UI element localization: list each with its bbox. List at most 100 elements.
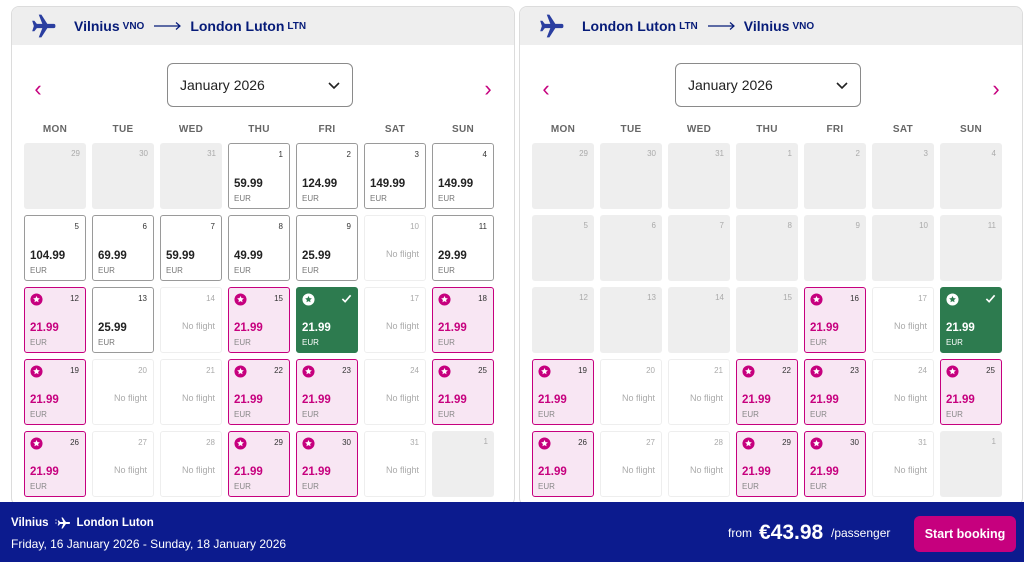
calendar-day-promo[interactable]: 22 21.99 EUR <box>736 359 798 425</box>
fare-price: 21.99 <box>438 322 467 334</box>
calendar-day-disabled: 5 <box>532 215 594 281</box>
fare-price: 49.99 <box>234 250 263 262</box>
day-number: 20 <box>138 366 147 375</box>
fare-price: 21.99 <box>30 322 59 334</box>
outbound-day-grid: 29 30 31 1 59.99 EUR 2 124.99 EUR 3 149.99 EUR 4 149.… <box>24 143 494 497</box>
star-badge-icon <box>742 365 755 378</box>
no-flight-label: No flight <box>621 393 655 403</box>
chevron-right-icon[interactable]: › <box>986 78 1006 100</box>
start-booking-button[interactable]: Start booking <box>914 516 1016 552</box>
calendar-day-promo[interactable]: 12 21.99 EUR <box>24 287 86 353</box>
origin-city: Vilnius <box>74 18 120 34</box>
calendar-day-selected[interactable]: 1821.99EUR <box>940 287 1002 353</box>
no-flight-label: No flight <box>385 465 419 475</box>
destination-code: LTN <box>287 20 307 32</box>
calendar-day-promo[interactable]: 30 21.99 EUR <box>804 431 866 497</box>
day-number: 31 <box>715 149 724 158</box>
fare-price: 21.99 <box>234 322 263 334</box>
day-number: 13 <box>647 293 656 302</box>
calendar-day-promo[interactable]: 29 21.99 EUR <box>228 431 290 497</box>
calendar-day-no-flight: 21 No flight <box>668 359 730 425</box>
calendar-day-no-flight: 20 No flight <box>92 359 154 425</box>
calendar-day[interactable]: 1 59.99 EUR <box>228 143 290 209</box>
calendar-day-promo[interactable]: 25 21.99 EUR <box>940 359 1002 425</box>
destination-city: Vilnius <box>743 18 790 34</box>
chevron-right-icon[interactable]: › <box>478 78 498 100</box>
calendar-day-no-flight: 27 No flight <box>92 431 154 497</box>
star-badge-icon <box>302 293 315 306</box>
fare-price: 21.99 <box>946 394 975 406</box>
calendar-day-promo[interactable]: 19 21.99 EUR <box>24 359 86 425</box>
fare-price: 124.99 <box>302 178 338 190</box>
day-number: 15 <box>274 294 283 303</box>
fare-currency: EUR <box>742 482 759 491</box>
calendar-day-promo[interactable]: 26 21.99 EUR <box>532 431 594 497</box>
calendar-day[interactable]: 5 104.99 EUR <box>24 215 86 281</box>
chevron-left-icon[interactable]: ‹ <box>536 78 556 100</box>
calendar-day-disabled: 29 <box>532 143 594 209</box>
day-number: 27 <box>646 438 655 447</box>
fare-price: 21.99 <box>742 394 771 406</box>
calendar-day-disabled: 4 <box>940 143 1002 209</box>
month-select[interactable]: January 2026 <box>675 63 861 107</box>
calendar-day[interactable]: 4 149.99 EUR <box>432 143 494 209</box>
calendar-day-promo[interactable]: 30 21.99 EUR <box>296 431 358 497</box>
fare-price: 25.99 <box>302 250 331 262</box>
fare-currency: EUR <box>30 338 47 347</box>
calendar-day-promo[interactable]: 19 21.99 EUR <box>532 359 594 425</box>
day-number: 28 <box>206 438 215 447</box>
calendar-day[interactable]: 9 25.99 EUR <box>296 215 358 281</box>
calendar-day-promo[interactable]: 25 21.99 EUR <box>432 359 494 425</box>
calendar-day-promo[interactable]: 15 21.99 EUR <box>228 287 290 353</box>
calendar-day[interactable]: 6 69.99 EUR <box>92 215 154 281</box>
fare-currency: EUR <box>438 338 455 347</box>
fare-price: 21.99 <box>302 394 331 406</box>
return-route-header: London Luton LTN Vilnius VNO <box>520 7 1022 45</box>
month-select-value: January 2026 <box>688 77 773 93</box>
month-select[interactable]: January 2026 <box>167 63 353 107</box>
calendar-day[interactable]: 11 29.99 EUR <box>432 215 494 281</box>
day-number: 5 <box>74 222 79 231</box>
calendar-day[interactable]: 7 59.99 EUR <box>160 215 222 281</box>
fare-price: 21.99 <box>30 394 59 406</box>
summary-route: Vilnius London Luton <box>11 517 154 529</box>
day-number: 4 <box>482 150 487 159</box>
route-arrow-icon <box>154 22 182 30</box>
return-day-grid: 29 30 31 1 2 3 4 5 6 7 8 9 10 11 12 13 14 15 16 21.99 EUR 17 N… <box>532 143 1002 497</box>
calendar-day-promo[interactable]: 23 21.99 EUR <box>296 359 358 425</box>
day-number: 30 <box>342 438 351 447</box>
star-badge-icon <box>538 365 551 378</box>
chevron-left-icon[interactable]: ‹ <box>28 78 48 100</box>
calendar-day-disabled: 8 <box>736 215 798 281</box>
calendar-day-disabled: 15 <box>736 287 798 353</box>
calendar-day-disabled: 1 <box>736 143 798 209</box>
calendar-day-promo[interactable]: 18 21.99 EUR <box>432 287 494 353</box>
day-number: 14 <box>206 294 215 303</box>
day-number: 11 <box>478 222 487 231</box>
calendar-day-promo[interactable]: 22 21.99 EUR <box>228 359 290 425</box>
star-badge-icon <box>742 437 755 450</box>
calendar-day-promo[interactable]: 16 21.99 EUR <box>804 287 866 353</box>
calendar-day[interactable]: 3 149.99 EUR <box>364 143 426 209</box>
calendar-day-promo[interactable]: 23 21.99 EUR <box>804 359 866 425</box>
weekday-label: MON <box>42 124 68 135</box>
check-icon <box>341 294 352 303</box>
calendar-day-promo[interactable]: 26 21.99 EUR <box>24 431 86 497</box>
calendar-day[interactable]: 13 25.99 EUR <box>92 287 154 353</box>
price-from-label: from <box>728 526 752 540</box>
calendar-day-no-flight: 20 No flight <box>600 359 662 425</box>
calendar-day[interactable]: 2 124.99 EUR <box>296 143 358 209</box>
fare-price: 29.99 <box>438 250 467 262</box>
calendar-day[interactable]: 8 49.99 EUR <box>228 215 290 281</box>
star-badge-icon <box>30 293 43 306</box>
booking-summary-bar: Vilnius London Luton Friday, 16 January … <box>0 502 1024 562</box>
day-number: 5 <box>583 221 588 230</box>
day-number: 23 <box>850 366 859 375</box>
month-navigation: ‹ January 2026 › <box>12 63 514 123</box>
summary-origin: Vilnius <box>11 517 49 529</box>
calendar-day-selected[interactable]: 1621.99EUR <box>296 287 358 353</box>
day-number: 30 <box>850 438 859 447</box>
fare-price: 21.99 <box>810 322 839 334</box>
return-calendar-panel: London Luton LTN Vilnius VNO ‹ January 2… <box>519 6 1023 506</box>
calendar-day-promo[interactable]: 29 21.99 EUR <box>736 431 798 497</box>
